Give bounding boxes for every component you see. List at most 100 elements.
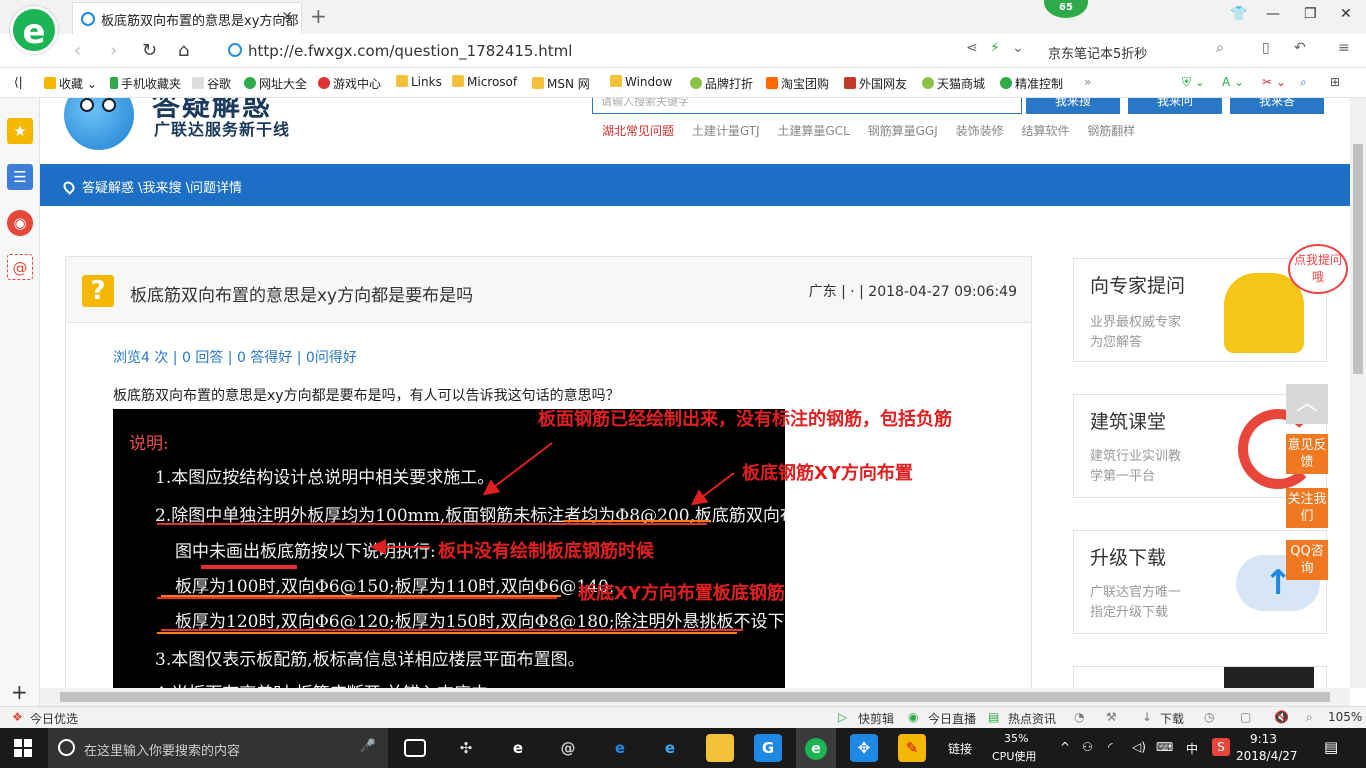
site-logo[interactable]: 答疑解惑 广联达服务新干线: [60, 98, 330, 156]
ie-app-icon[interactable]: e: [504, 734, 532, 762]
phone-icon[interactable]: ▯: [1262, 40, 1270, 56]
add-sidebar-item-icon[interactable]: +: [11, 680, 28, 704]
url-field[interactable]: http://e.fwxgx.com/question_1782415.html: [222, 38, 1032, 64]
status-item[interactable]: 快剪辑: [858, 710, 894, 727]
tab-close-icon[interactable]: ✕: [281, 9, 293, 25]
search-input[interactable]: 京东笔记本5折秒: [1040, 38, 1240, 64]
bookmark-brand-sale[interactable]: 品牌打折: [690, 75, 753, 92]
tray-chevron-icon[interactable]: ^: [1060, 740, 1070, 754]
refresh-icon[interactable]: ↻: [142, 40, 157, 61]
edge-icon[interactable]: e: [606, 734, 634, 762]
bookmark-games[interactable]: 游戏中心: [318, 75, 381, 92]
gift-icon[interactable]: ❖: [12, 710, 23, 724]
clock-date[interactable]: 2018/4/27: [1236, 749, 1298, 763]
hot-link[interactable]: 土建算量GCL: [777, 124, 849, 138]
sidebar-toggle-icon[interactable]: ⟨|: [14, 75, 23, 89]
skin-icon[interactable]: 👕: [1230, 6, 1247, 22]
speed-dial-icon[interactable]: ◔: [1074, 710, 1084, 724]
forward-icon[interactable]: ›: [110, 40, 117, 61]
bookmark-windows[interactable]: Window: [610, 75, 672, 89]
menu-icon[interactable]: ≡: [1338, 40, 1350, 56]
move-app-icon[interactable]: ✥: [850, 734, 878, 762]
grid-icon[interactable]: ⊞: [1330, 75, 1340, 89]
status-item[interactable]: 今日直播: [928, 710, 976, 727]
mail-icon[interactable]: @: [7, 254, 33, 280]
clock-time[interactable]: 9:13: [1250, 732, 1277, 746]
action-center-icon[interactable]: ▤: [1324, 738, 1338, 756]
breadcrumb[interactable]: 答疑解惑 \我来搜 \问题详情: [61, 177, 242, 196]
status-item[interactable]: 下载: [1160, 710, 1184, 727]
glodon-app-icon[interactable]: G: [754, 734, 782, 762]
taskbar-search[interactable]: 在这里输入你要搜索的内容 🎤: [48, 728, 388, 768]
bookmark-links[interactable]: Links: [396, 75, 442, 89]
bookmark-google[interactable]: 谷歌: [192, 75, 231, 92]
favorites-star-icon[interactable]: ★: [7, 118, 33, 144]
ask-button[interactable]: 我来问: [1128, 98, 1222, 114]
undo-icon[interactable]: ↶: [1294, 40, 1306, 56]
keyboard-icon[interactable]: ⌨: [1156, 740, 1173, 754]
history-icon[interactable]: ◷: [1204, 710, 1214, 724]
today-picks[interactable]: 今日优选: [30, 710, 78, 727]
zoom-icon[interactable]: ⌕: [1306, 710, 1313, 725]
bookmark-mobile[interactable]: 手机收藏夹: [110, 75, 181, 92]
notes-app-icon[interactable]: ✎: [898, 734, 926, 762]
horizontal-scrollbar[interactable]: [40, 688, 1350, 706]
hot-link[interactable]: 土建计量GTJ: [692, 124, 760, 138]
bookmark-precise[interactable]: 精准控制: [1000, 75, 1063, 92]
follow-us-button[interactable]: 关注我们: [1286, 488, 1328, 528]
bookmark-microsoft[interactable]: Microsof: [452, 75, 517, 89]
sogou-ime-icon[interactable]: S: [1212, 738, 1230, 756]
hot-link[interactable]: 装饰装修: [956, 124, 1004, 138]
hot-link[interactable]: 湖北常见问题: [602, 124, 674, 138]
file-explorer-icon[interactable]: [706, 734, 734, 762]
search-icon[interactable]: ⌕: [1216, 40, 1224, 56]
chevron-down-icon[interactable]: ⌄: [1012, 40, 1024, 56]
ask-speech-bubble[interactable]: 点我提问哦: [1288, 244, 1348, 294]
more-bookmarks-icon[interactable]: »: [1084, 75, 1091, 89]
status-item[interactable]: 热点资讯: [1008, 710, 1056, 727]
microphone-icon[interactable]: 🎤: [360, 739, 376, 754]
active-browser-icon[interactable]: e: [796, 728, 836, 768]
speed-icon[interactable]: ⚡: [990, 40, 1000, 56]
windows-start-icon[interactable]: [14, 739, 32, 757]
window-icon[interactable]: ▢: [1240, 710, 1251, 724]
tools-icon[interactable]: ⚒: [1106, 710, 1117, 724]
scissors-icon[interactable]: ✂ ⌄: [1262, 75, 1286, 89]
wifi-icon[interactable]: ◜: [1108, 740, 1113, 754]
bookmark-hao[interactable]: 网址大全: [244, 75, 307, 92]
close-window-button[interactable]: ✕: [1340, 6, 1352, 22]
answer-button[interactable]: 我来答: [1230, 98, 1324, 114]
search-button[interactable]: 我来搜: [1026, 98, 1120, 114]
browser-tab[interactable]: 板底筋双向布置的意思是xy方向都 ✕: [72, 2, 302, 34]
weibo-icon[interactable]: ◉: [7, 210, 33, 236]
links-toolbar[interactable]: 链接: [948, 740, 972, 757]
shield-icon[interactable]: ⛨ ⌄: [1182, 75, 1205, 90]
hot-link[interactable]: 钢筋翻样: [1087, 124, 1135, 138]
translate-icon[interactable]: A ⌄: [1222, 75, 1244, 89]
bookmark-favorites[interactable]: 收藏 ⌄: [44, 75, 97, 92]
reading-list-icon[interactable]: ☰: [7, 164, 33, 190]
notification-badge[interactable]: 65: [1044, 0, 1088, 18]
bookmark-foreign[interactable]: 外国网友: [844, 75, 907, 92]
swirl-app-icon[interactable]: @: [554, 734, 582, 762]
browser-logo-icon[interactable]: e: [10, 6, 58, 54]
minimize-button[interactable]: —: [1266, 6, 1280, 22]
new-tab-button[interactable]: +: [310, 4, 327, 28]
people-icon[interactable]: ⚇: [1082, 740, 1093, 754]
question-stats[interactable]: 浏览4 次 | 0 回答 | 0 答得好 | 0问得好: [113, 347, 357, 367]
site-search-input[interactable]: 请输入搜索关键字: [592, 98, 1022, 114]
zoom-level[interactable]: 105%: [1328, 710, 1362, 724]
bookmark-tmall[interactable]: 天猫商城: [922, 75, 985, 92]
scroll-thumb[interactable]: [60, 692, 1330, 702]
ime-indicator[interactable]: 中: [1186, 740, 1198, 757]
feedback-button[interactable]: 意见反馈: [1286, 434, 1328, 474]
back-to-top-button[interactable]: ︿: [1286, 384, 1328, 424]
fan-app-icon[interactable]: ✣: [452, 734, 480, 762]
qq-consult-button[interactable]: QQ咨询: [1286, 540, 1328, 580]
magnifier-icon[interactable]: ⌕: [1300, 75, 1307, 90]
mute-icon[interactable]: 🔇: [1274, 710, 1289, 724]
share-icon[interactable]: ⋖: [966, 40, 978, 56]
vertical-scrollbar[interactable]: [1350, 98, 1366, 688]
scroll-thumb[interactable]: [1353, 144, 1363, 374]
volume-icon[interactable]: ◁): [1132, 740, 1146, 754]
